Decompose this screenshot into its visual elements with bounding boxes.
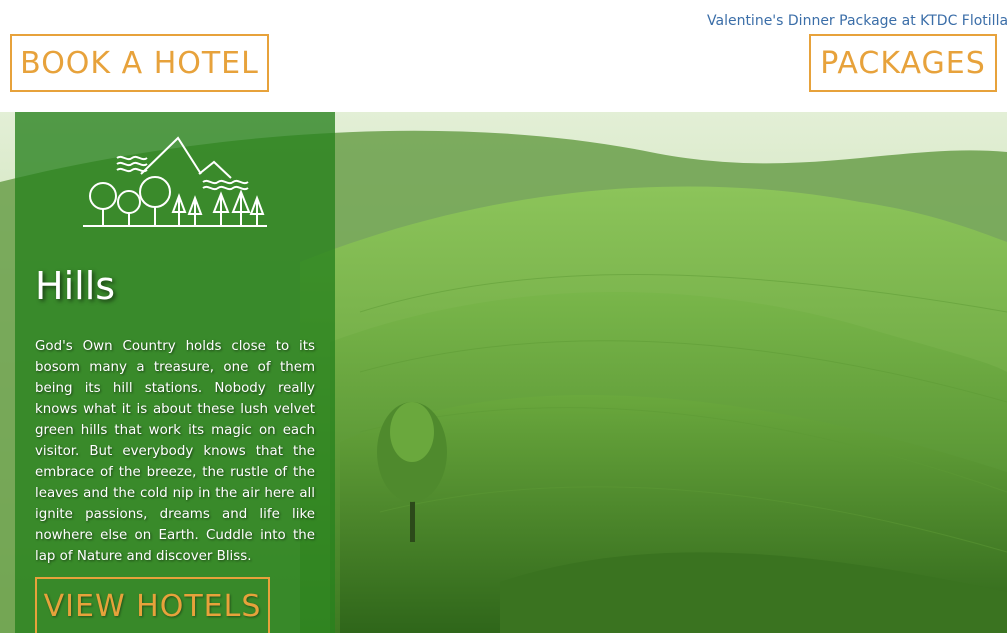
region-description: God's Own Country holds close to its bos… [35,339,315,564]
book-hotel-button[interactable]: BOOK A HOTEL [10,34,269,92]
packages-button[interactable]: PACKAGES [809,34,997,92]
region-title: Hills [35,264,116,308]
hills-trees-icon [83,136,267,227]
site-header: Valentine's Dinner Package at KTDC Floti… [0,0,1007,112]
hills-info-panel: Hills God's Own Country holds close to i… [15,112,335,633]
view-hotels-button[interactable]: VIEW HOTELS [35,577,270,633]
news-ticker[interactable]: Valentine's Dinner Package at KTDC Floti… [707,13,1007,33]
hero-banner: Hills God's Own Country holds close to i… [0,112,1007,633]
ticker-text[interactable]: Valentine's Dinner Package at KTDC Floti… [707,13,1007,29]
